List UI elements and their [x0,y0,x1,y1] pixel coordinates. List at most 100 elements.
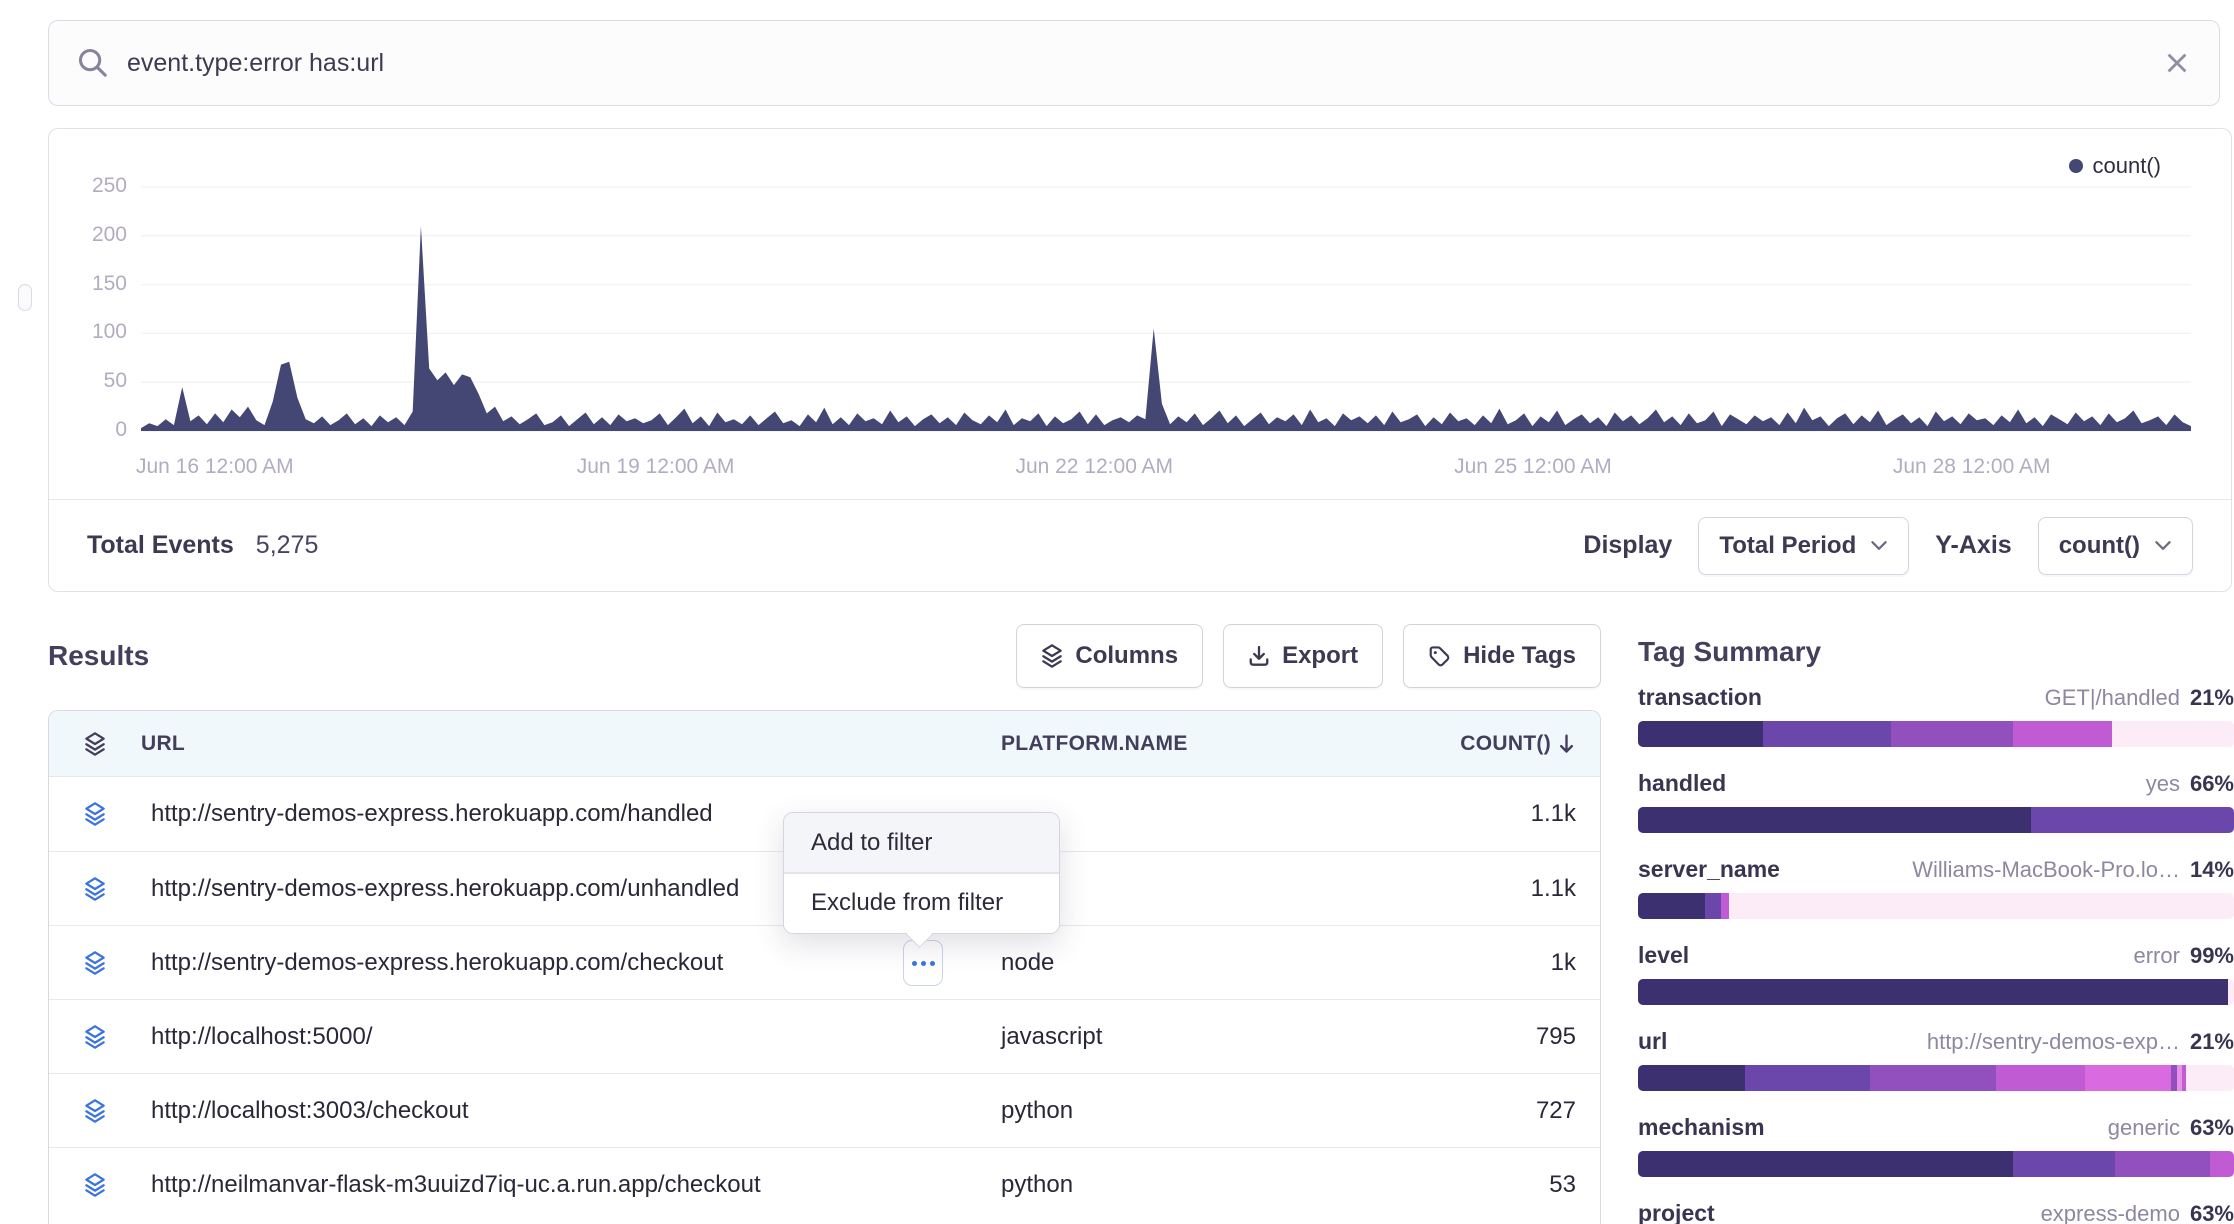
tag-distribution-bar[interactable] [1638,979,2234,1005]
search-icon [77,47,109,79]
y-tick-label: 200 [49,223,127,247]
table-row: http://sentry-demos-express.herokuapp.co… [49,925,1600,999]
column-header-count[interactable]: COUNT() [1431,732,1601,756]
x-tick-label: Jun 19 12:00 AM [556,455,756,479]
tag-percentage: 99% [2190,943,2234,968]
yaxis-select[interactable]: count() [2038,517,2193,575]
y-tick-label: 250 [49,174,127,198]
url-cell[interactable]: http://sentry-demos-express.herokuapp.co… [141,949,1001,977]
tag-percentage: 66% [2190,771,2234,796]
export-button[interactable]: Export [1223,624,1383,688]
display-label: Display [1583,531,1672,560]
button-label: Columns [1075,642,1178,670]
count-cell: 53 [1431,1171,1601,1199]
area-series [141,226,2191,431]
tag-distribution-bar[interactable] [1638,721,2234,747]
tag-row-url: url http://sentry-demos-exp… 21% [1638,1028,2234,1091]
tag-row-mechanism: mechanism generic 63% [1638,1114,2234,1177]
bar-segment [1763,721,1891,747]
url-cell[interactable]: http://neilmanvar-flask-m3uuizd7iq-uc.a.… [141,1171,1001,1199]
table-header: URL PLATFORM.NAME COUNT() [49,711,1600,777]
url-cell[interactable]: http://localhost:3003/checkout [141,1097,1001,1125]
columns-button[interactable]: Columns [1016,624,1203,688]
bar-segment [1721,893,1728,919]
url-cell[interactable]: http://localhost:5000/ [141,1023,1001,1051]
discover-page: count() 050100150200250 Jun 16 12:00 AMJ… [0,0,2234,1224]
events-chart-card: count() 050100150200250 Jun 16 12:00 AMJ… [48,128,2232,592]
tag-summary-heading: Tag Summary [1638,636,2234,668]
cell-actions-button[interactable] [903,940,943,986]
y-tick-label: 50 [49,369,127,393]
bar-segment [1891,721,2013,747]
stack-icon [1041,644,1063,668]
tag-top-value: generic [2108,1115,2180,1140]
context-menu: Add to filterExclude from filter [783,812,1060,934]
tag-percentage: 21% [2190,1029,2234,1054]
tag-row-transaction: transaction GET|/handled 21% [1638,684,2234,747]
table-row: http://localhost:3003/checkoutpython727 [49,1073,1600,1147]
platform-cell: python [1001,1171,1431,1199]
bar-segment [2228,979,2234,1005]
sidebar-collapse-handle[interactable] [18,284,32,311]
x-tick-label: Jun 25 12:00 AM [1433,455,1633,479]
yaxis-label: Y-Axis [1935,531,2011,560]
bar-segment [1705,893,1722,919]
bar-segment [2013,721,2111,747]
hide-tags-button[interactable]: Hide Tags [1403,624,1601,688]
search-bar[interactable] [48,20,2220,106]
column-header-url[interactable]: URL [141,732,1001,756]
tag-row-server_name: server_nameWilliams-MacBook-Pro.lo…14% [1638,856,2234,919]
y-tick-label: 100 [49,320,127,344]
tag-percentage: 21% [2190,685,2234,710]
bar-segment [2013,1151,2114,1177]
tag-distribution-bar[interactable] [1638,1151,2234,1177]
tag-name: level [1638,942,1689,969]
tag-top-value: GET|/handled [2045,685,2180,710]
bar-segment [1729,893,2234,919]
tag-name: url [1638,1028,1667,1055]
count-cell: 727 [1431,1097,1601,1125]
tag-row-project: project express-demo 63% [1638,1200,2234,1224]
count-cell: 795 [1431,1023,1601,1051]
menu-item-add-to-filter[interactable]: Add to filter [784,813,1059,872]
tag-percentage: 14% [2190,857,2234,882]
tag-name: mechanism [1638,1114,1765,1141]
area-chart-svg [141,147,2191,433]
tag-top-value: http://sentry-demos-exp… [1927,1029,2180,1054]
tag-distribution-bar[interactable] [1638,1065,2234,1091]
x-tick-label: Jun 22 12:00 AM [994,455,1194,479]
count-cell: 1.1k [1431,800,1601,828]
search-input[interactable] [127,49,2163,78]
column-header-platform[interactable]: PLATFORM.NAME [1001,732,1431,756]
row-stack-icon[interactable] [84,877,106,901]
clear-search-icon[interactable] [2163,49,2191,77]
results-toolbar: Columns Export Hide Tags [48,624,1601,688]
row-stack-icon[interactable] [84,1099,106,1123]
bar-segment [2186,1065,2234,1091]
total-events-label: Total Events [87,531,234,560]
tag-name: project [1638,1200,1715,1224]
tag-distribution-bar[interactable] [1638,893,2234,919]
row-stack-icon[interactable] [84,802,106,826]
results-table: URL PLATFORM.NAME COUNT() http://sentry-… [48,710,1601,1224]
tag-top-value: express-demo [2041,1201,2180,1224]
platform-cell: javascript [1001,1023,1431,1051]
row-stack-icon[interactable] [84,1173,106,1197]
tag-percentage: 63% [2190,1115,2234,1140]
bar-segment [1638,721,1763,747]
sort-desc-icon [1557,733,1576,755]
tag-top-value: error [2134,943,2180,968]
bar-segment [2085,1065,2171,1091]
chevron-down-icon [1870,540,1888,551]
tag-distribution-bar[interactable] [1638,807,2234,833]
y-tick-label: 150 [49,272,127,296]
row-stack-icon[interactable] [84,1025,106,1049]
display-select[interactable]: Total Period [1698,517,1909,575]
tag-percentage: 63% [2190,1201,2234,1224]
bar-segment [1638,1065,1745,1091]
button-label: Export [1282,642,1358,670]
tag-name: transaction [1638,684,1762,711]
tag-icon [1428,645,1451,668]
row-stack-icon[interactable] [84,951,106,975]
tag-name: handled [1638,770,1726,797]
